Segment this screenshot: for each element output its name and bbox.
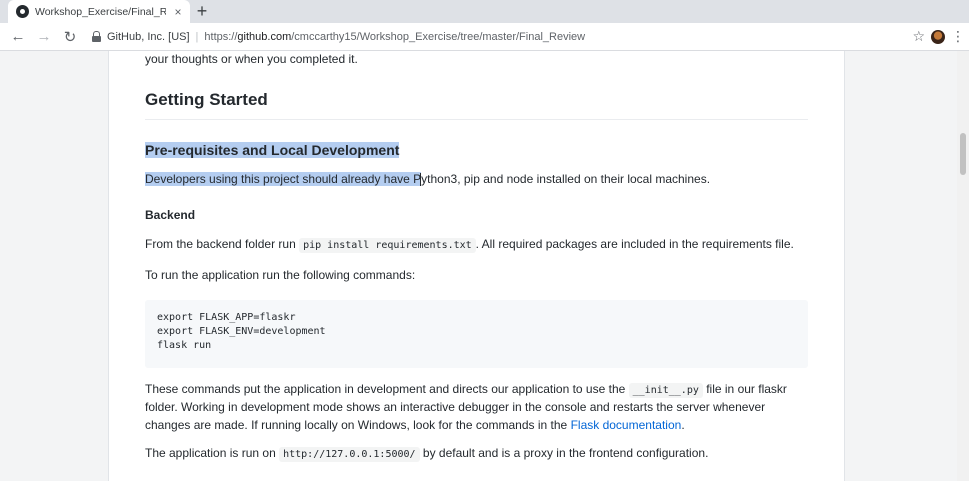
backend-text-2: . All required packages are included in …: [475, 236, 794, 251]
page-scrollbar[interactable]: [957, 51, 969, 481]
browser-toolbar: ← → ↻ GitHub, Inc. [US] | https://github…: [0, 23, 969, 51]
github-icon: [16, 5, 29, 18]
tab-title: Workshop_Exercise/Final_Review: [35, 5, 166, 18]
page-viewport: your thoughts or when you completed it. …: [0, 51, 969, 481]
site-identity[interactable]: GitHub, Inc. [US]: [107, 31, 190, 43]
url-path: /cmccarthy15/Workshop_Exercise/tree/mast…: [291, 30, 586, 43]
prereq-rest-text: ython3, pip and node installed on their …: [421, 171, 711, 186]
backend-text-1: From the backend folder run: [145, 236, 296, 251]
code-line: export FLASK_APP=flaskr: [157, 311, 296, 323]
close-icon[interactable]: ×: [172, 5, 184, 19]
browser-tab[interactable]: Workshop_Exercise/Final_Review ×: [8, 0, 190, 23]
heading-prerequisites-text: Pre-requisites and Local Development: [145, 141, 400, 158]
flask-documentation-link[interactable]: Flask documentation: [571, 418, 682, 432]
back-arrow-icon[interactable]: ←: [8, 27, 28, 47]
readme-article: your thoughts or when you completed it. …: [108, 51, 845, 481]
app-run-paragraph: The application is run on http://127.0.0…: [145, 445, 808, 464]
heading-getting-started: Getting Started: [145, 89, 808, 120]
app-run-text-1: The application is run on: [145, 446, 276, 460]
heading-prerequisites: Pre-requisites and Local Development: [145, 140, 808, 160]
intro-tail: your thoughts or when you completed it.: [145, 52, 358, 66]
bookmark-star-icon[interactable]: ☆: [912, 28, 925, 45]
reload-icon[interactable]: ↻: [60, 27, 80, 47]
heading-backend: Backend: [145, 208, 196, 222]
omnibox-separator: |: [195, 30, 199, 43]
menu-icon[interactable]: ⋮: [951, 28, 965, 45]
url-prefix: https://: [204, 30, 238, 43]
commands-text-1: These commands put the application in de…: [145, 381, 626, 396]
forward-arrow-icon[interactable]: →: [34, 27, 54, 47]
scrollbar-thumb[interactable]: [960, 133, 966, 175]
commands-text-3: .: [681, 417, 685, 432]
url-host: github.com: [237, 30, 292, 43]
run-commands-intro: To run the application run the following…: [145, 268, 416, 282]
backend-inline-code: pip install requirements.txt: [299, 237, 476, 253]
address-bar[interactable]: GitHub, Inc. [US] | https://github.com/c…: [86, 26, 906, 48]
localhost-inline-code: http://127.0.0.1:5000/: [279, 447, 420, 462]
prereq-selected-text: Developers using this project should alr…: [145, 171, 422, 186]
code-block: export FLASK_APP=flaskr export FLASK_ENV…: [145, 299, 808, 368]
new-tab-button[interactable]: +: [190, 0, 214, 23]
url-text[interactable]: https://github.com/cmccarthy15/Workshop_…: [204, 31, 585, 43]
init-inline-code: __init__.py: [628, 382, 703, 398]
commands-paragraph: These commands put the application in de…: [145, 381, 808, 435]
lock-icon[interactable]: [92, 31, 101, 42]
profile-avatar[interactable]: [931, 29, 945, 44]
prereq-paragraph: Developers using this project should alr…: [145, 171, 808, 189]
tab-strip: Workshop_Exercise/Final_Review × +: [0, 0, 969, 23]
app-run-text-2: by default and is a proxy in the fronten…: [422, 446, 709, 460]
code-line: export FLASK_ENV=development: [157, 325, 326, 337]
code-line: flask run: [157, 339, 212, 351]
backend-paragraph: From the backend folder run pip install …: [145, 236, 808, 255]
